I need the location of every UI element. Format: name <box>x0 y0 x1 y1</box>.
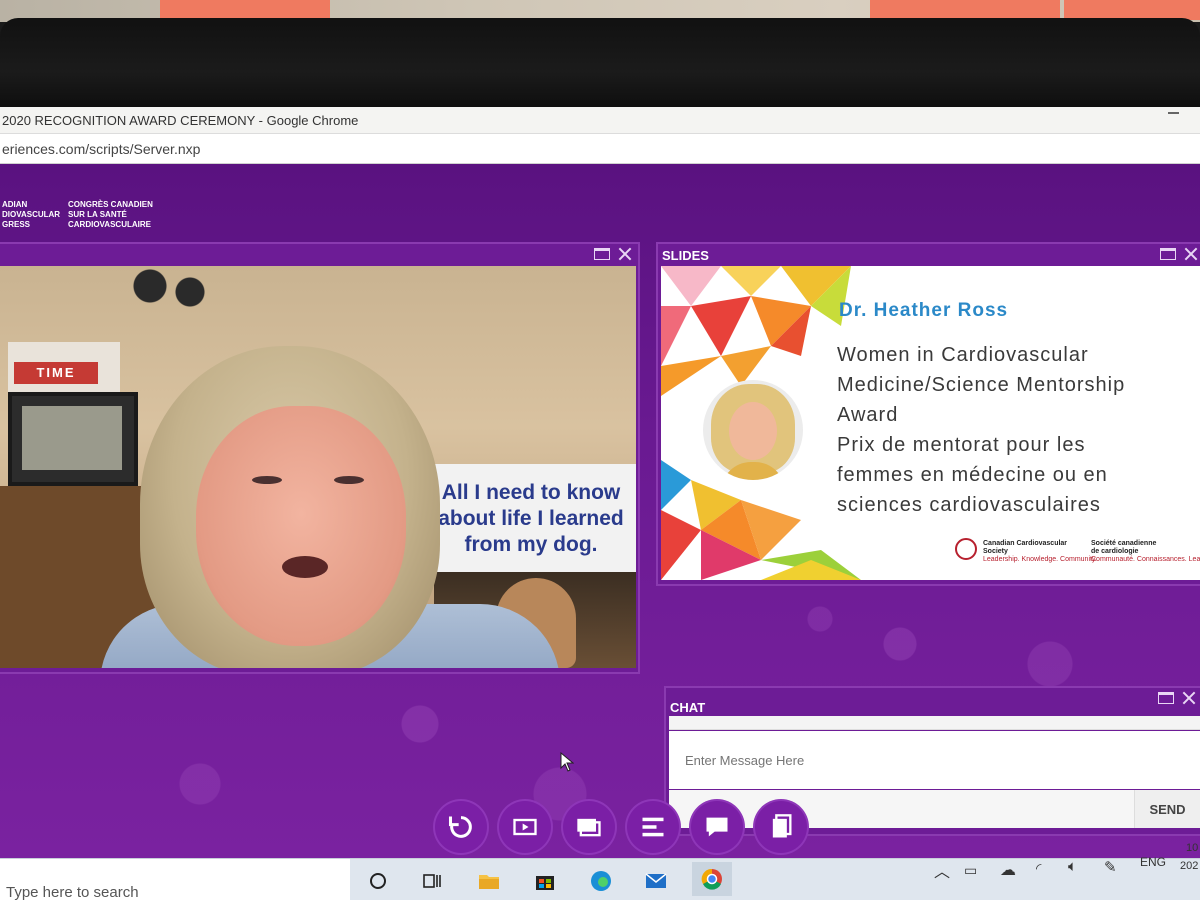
maximize-icon[interactable] <box>1158 692 1174 704</box>
slide-line: Award <box>837 404 899 426</box>
address-bar[interactable]: eriences.com/scripts/Server.nxp <box>0 134 1200 164</box>
speaker-eye <box>252 476 282 484</box>
footer-line: Société canadienne <box>1091 540 1157 547</box>
logo-line: SUR LA SANTÉ <box>68 210 127 219</box>
maximize-icon[interactable] <box>1160 248 1176 260</box>
video-button[interactable] <box>499 801 551 853</box>
slide-line: Prix de mentorat pour les <box>837 434 1086 456</box>
clock-date[interactable]: 202 <box>1180 860 1198 872</box>
agenda-button[interactable] <box>627 801 679 853</box>
speaker-eye <box>334 476 364 484</box>
chat-icon <box>706 817 728 837</box>
task-view-icon <box>423 874 441 888</box>
chat-input-footer <box>669 790 1200 828</box>
slides-button[interactable] <box>563 801 615 853</box>
plant <box>120 266 220 316</box>
mouse-cursor-icon <box>560 752 574 772</box>
logo-french: CONGRÈS CANADIEN SUR LA SANTÉ CARDIOVASC… <box>68 200 153 230</box>
footer-line: Canadian Cardiovascular <box>983 540 1068 547</box>
footer-logo-english: Canadian Cardiovascular Society Leadersh… <box>983 540 1097 564</box>
sign-line: from my dog. <box>464 533 598 556</box>
refresh-button[interactable] <box>435 801 487 853</box>
slide-line: sciences cardiovasculaires <box>837 494 1101 516</box>
language-indicator[interactable]: ENG <box>1140 855 1166 869</box>
volume-icon[interactable]: 🔈︎ <box>1068 858 1077 875</box>
chat-button[interactable] <box>691 801 743 853</box>
chat-message-input[interactable] <box>669 731 1200 789</box>
url-text: eriences.com/scripts/Server.nxp <box>2 141 201 157</box>
slide-body: Women in Cardiovascular Medicine/Science… <box>837 340 1197 520</box>
mail-icon <box>645 873 667 888</box>
video-icon <box>513 818 537 836</box>
slide-line: femmes en médecine ou en <box>837 464 1108 486</box>
monitor-bezel <box>0 18 1200 108</box>
logo-line: ADIAN <box>2 200 28 209</box>
refresh-icon <box>448 816 472 838</box>
cortana-icon <box>370 873 386 889</box>
documents-icon <box>772 814 792 838</box>
chrome-icon <box>701 868 722 890</box>
battery-icon[interactable]: ▭ <box>964 862 977 879</box>
cortana-button[interactable] <box>363 866 393 896</box>
footer-line: Society <box>983 548 1008 555</box>
magazine-label: TIME <box>14 362 98 384</box>
speaker-video: TIME All I need to know about life I lea… <box>0 266 636 668</box>
close-icon[interactable] <box>1184 247 1198 261</box>
mail-button[interactable] <box>641 866 671 896</box>
slides-panel-label: SLIDES <box>662 248 709 263</box>
logo-line: CONGRÈS CANADIEN <box>68 200 153 209</box>
onedrive-icon[interactable]: ☁ <box>1000 860 1016 880</box>
logo-english: ADIAN DIOVASCULAR GRESS <box>2 200 60 230</box>
window-titlebar[interactable]: 2020 RECOGNITION AWARD CEREMONY - Google… <box>0 107 1200 134</box>
slide-line: Women in Cardiovascular <box>837 344 1089 366</box>
sign-text: All I need to know about life I learned … <box>424 480 636 558</box>
footer-logo-french: Société canadienne de cardiologie Commun… <box>1091 540 1200 564</box>
sign-line: about life I learned <box>438 507 624 530</box>
agenda-icon <box>642 817 664 837</box>
pen-icon[interactable]: ✎ <box>1104 858 1117 876</box>
clock-time[interactable]: 10 <box>1186 842 1198 854</box>
edge-icon <box>591 871 611 891</box>
chrome-button[interactable] <box>692 862 732 896</box>
maximize-icon[interactable] <box>594 248 610 260</box>
footer-line: Leadership. Knowledge. Community. <box>983 556 1097 563</box>
close-icon[interactable] <box>1182 691 1196 705</box>
tray-overflow-icon[interactable]: ︿ <box>934 858 950 882</box>
sticky-note <box>160 0 330 20</box>
logo-line: GRESS <box>2 220 31 229</box>
chat-panel-label: CHAT <box>670 700 706 715</box>
logo-line: DIOVASCULAR <box>2 210 61 219</box>
footer-line: Communauté. Connaissances. Leadership. <box>1091 556 1200 563</box>
store-icon <box>536 876 554 890</box>
footer-line: de cardiologie <box>1091 548 1139 555</box>
store-button[interactable] <box>530 866 560 896</box>
folder-icon <box>479 875 499 889</box>
speaker-mouth <box>282 556 328 578</box>
sign-line: All I need to know <box>441 481 621 504</box>
magazine: TIME <box>8 342 120 396</box>
wifi-icon[interactable]: ◜ <box>1036 860 1041 877</box>
sticky-note <box>870 0 1060 20</box>
logo-line: CARDIOVASCULAIRE <box>68 220 151 229</box>
honoree-portrait <box>703 380 803 480</box>
sticky-note <box>1064 0 1200 20</box>
chat-history[interactable] <box>669 716 1200 730</box>
documents-button[interactable] <box>755 801 807 853</box>
decorative-polygons <box>661 266 851 396</box>
minimize-icon[interactable] <box>1168 112 1179 123</box>
slide-heading: Dr. Heather Ross <box>839 300 1009 321</box>
taskbar-search-placeholder: Type here to search <box>6 884 139 900</box>
file-explorer-button[interactable] <box>474 866 504 896</box>
speaker-face <box>196 406 406 646</box>
edge-button[interactable] <box>586 866 616 896</box>
slide-line: Medicine/Science Mentorship <box>837 374 1126 396</box>
ccs-logo-icon <box>955 538 977 560</box>
award-slide: Dr. Heather Ross Women in Cardiovascular… <box>661 266 1200 580</box>
task-view-button[interactable] <box>417 866 447 896</box>
picture-frame <box>8 392 138 486</box>
slides-icon <box>577 818 601 837</box>
send-button[interactable]: SEND <box>1134 790 1200 828</box>
close-icon[interactable] <box>618 247 632 261</box>
window-title: 2020 RECOGNITION AWARD CEREMONY - Google… <box>2 113 359 128</box>
